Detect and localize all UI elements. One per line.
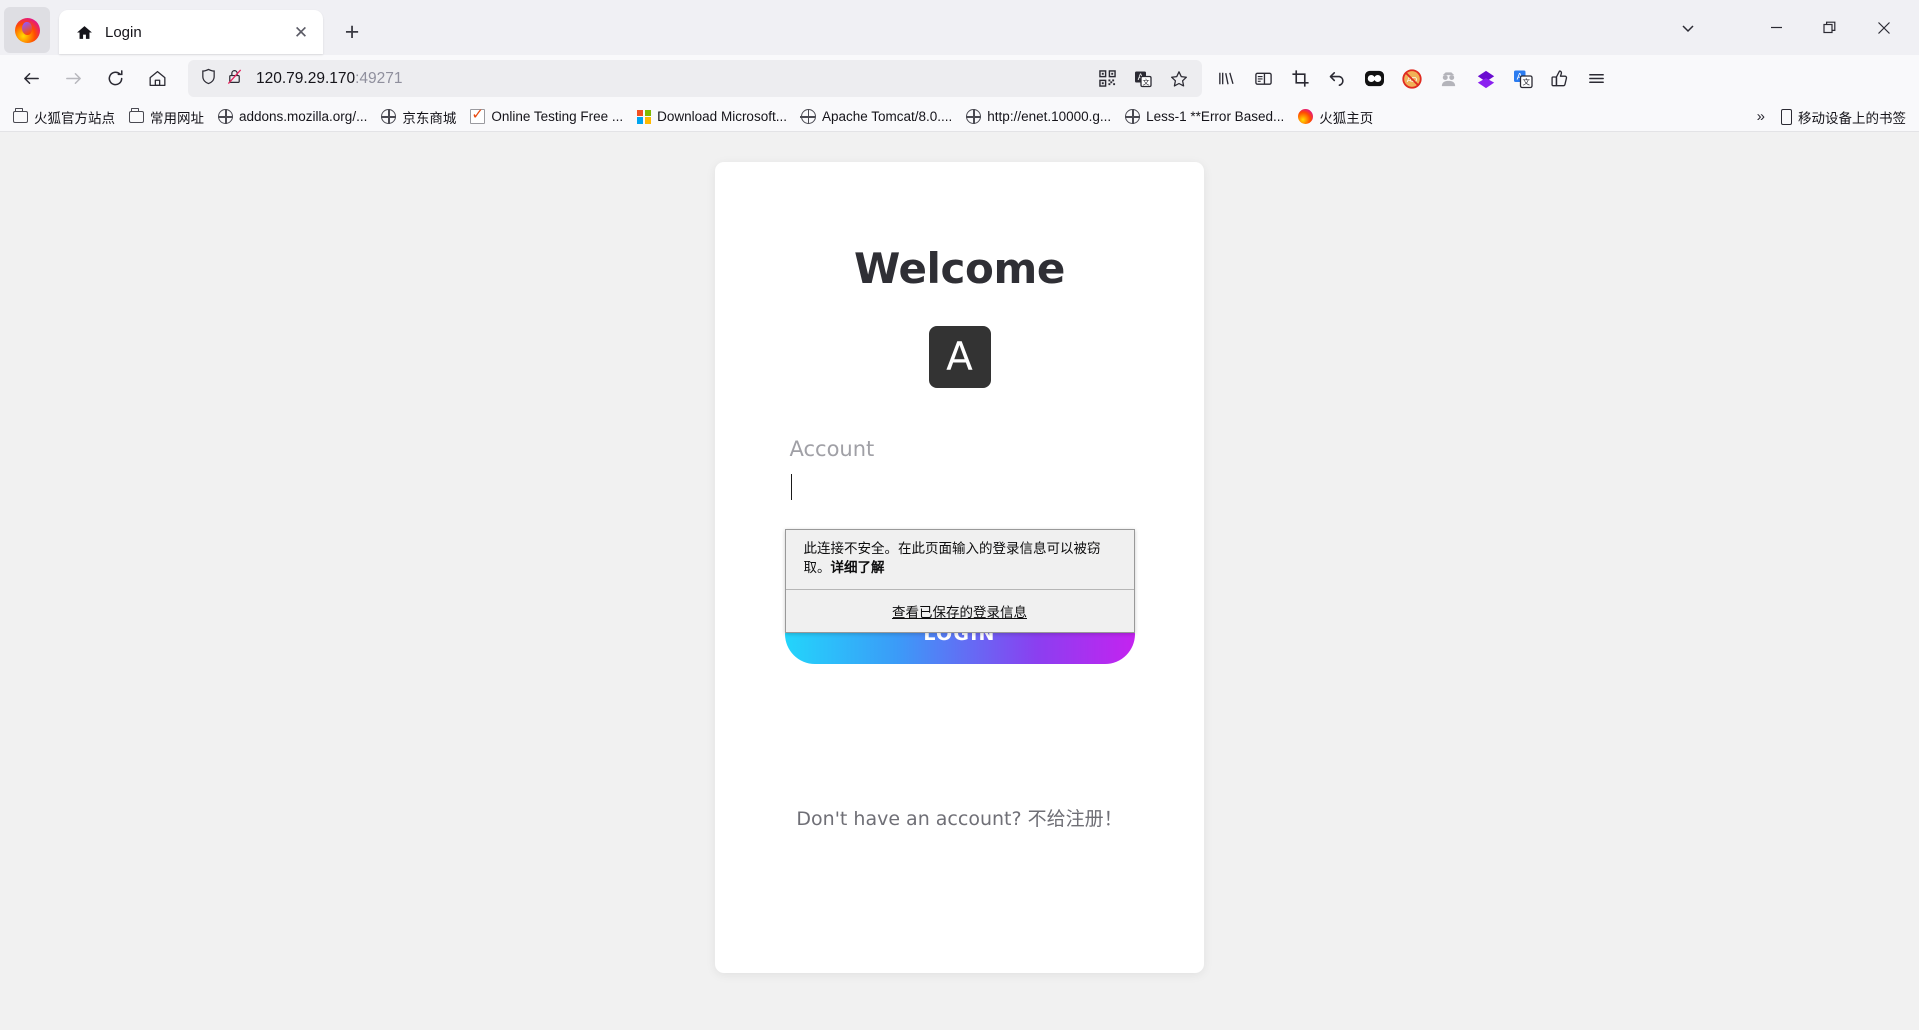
checkbox-icon bbox=[470, 105, 486, 124]
bookmarks-toolbar: 火狐官方站点 常用网址 addons.mozilla.org/... 京东商城 … bbox=[0, 102, 1919, 132]
translate-extension-icon[interactable]: A 文 bbox=[1504, 60, 1541, 97]
diamond-extension-icon[interactable] bbox=[1467, 60, 1504, 97]
minimize-button[interactable] bbox=[1749, 0, 1803, 55]
logo-letter: A bbox=[946, 334, 973, 380]
bookmark-label: 常用网址 bbox=[150, 110, 204, 126]
bookmark-label: Online Testing Free ... bbox=[491, 109, 624, 124]
close-icon[interactable]: ✕ bbox=[289, 20, 313, 44]
qr-code-icon[interactable] bbox=[1092, 64, 1122, 94]
maximize-restore-button[interactable] bbox=[1803, 0, 1857, 55]
screenshot-crop-icon[interactable] bbox=[1282, 60, 1319, 97]
forward-button[interactable] bbox=[52, 60, 94, 97]
page-title: Welcome bbox=[854, 244, 1065, 293]
globe-icon bbox=[380, 108, 397, 124]
bookmark-label: 火狐主页 bbox=[1319, 110, 1374, 126]
dark-reader-icon[interactable] bbox=[1356, 60, 1393, 97]
bookmark-item[interactable]: addons.mozilla.org/... bbox=[211, 106, 374, 127]
adblock-icon[interactable]: AD bbox=[1393, 60, 1430, 97]
sidebar-icon[interactable] bbox=[1245, 60, 1282, 97]
toolbar-extensions: AD A bbox=[1208, 60, 1615, 97]
firefox-app-button[interactable] bbox=[4, 7, 50, 53]
list-all-tabs-button[interactable] bbox=[1657, 0, 1719, 55]
globe-icon bbox=[217, 108, 233, 124]
bookmark-label: Apache Tomcat/8.0.... bbox=[821, 109, 953, 124]
firefox-logo-icon bbox=[14, 17, 40, 43]
lock-crossed-icon[interactable] bbox=[226, 68, 243, 90]
bookmark-label: 火狐官方站点 bbox=[34, 110, 115, 126]
page-viewport: Welcome A Account 此连接不安全。在此页面输入的登录信息可以被窃… bbox=[0, 132, 1919, 1030]
svg-text:文: 文 bbox=[1143, 77, 1150, 86]
bookmark-label: http://enet.10000.g... bbox=[987, 109, 1112, 124]
app-menu-icon[interactable] bbox=[1578, 60, 1615, 97]
urlbar-right-icons: A 文 bbox=[1092, 64, 1194, 94]
bookmark-item[interactable]: Apache Tomcat/8.0.... bbox=[794, 106, 959, 127]
bookmark-item[interactable]: Less-1 **Error Based... bbox=[1118, 106, 1291, 127]
globe-icon bbox=[1124, 108, 1141, 124]
bookmark-item[interactable]: Download Microsoft... bbox=[630, 106, 794, 127]
home-button[interactable] bbox=[136, 60, 178, 97]
url-host: 120.79.29.170 bbox=[256, 69, 356, 87]
new-tab-button[interactable]: + bbox=[333, 13, 371, 51]
navigation-toolbar: 120.79.29.170:49271 文 A 文 bbox=[0, 55, 1919, 102]
folder-icon bbox=[13, 107, 28, 123]
browser-window: Login ✕ + 120.79.29.170:49271 文 A 文 火狐官方… bbox=[0, 0, 1919, 1030]
thumbs-up-extension-icon[interactable] bbox=[1541, 60, 1578, 97]
bookmarks-overflow-chevron[interactable]: » bbox=[1748, 105, 1774, 128]
mobile-bookmarks-item[interactable]: 移动设备上的书签 bbox=[1774, 104, 1913, 130]
account-label: Account bbox=[789, 437, 875, 461]
text-caret bbox=[790, 474, 793, 500]
back-button[interactable] bbox=[10, 60, 52, 97]
account-field-group: Account 此连接不安全。在此页面输入的登录信息可以被窃取。详细了解 查看已… bbox=[784, 437, 1135, 634]
globe-icon bbox=[800, 108, 816, 124]
bookmark-item[interactable]: Online Testing Free ... bbox=[463, 105, 630, 127]
view-saved-logins-action[interactable]: 查看已保存的登录信息 bbox=[786, 590, 1134, 632]
microsoft-icon bbox=[637, 109, 652, 124]
bookmark-item[interactable]: 京东商城 bbox=[374, 104, 463, 130]
address-bar[interactable]: 120.79.29.170:49271 文 bbox=[188, 60, 1202, 97]
undo-arrow-icon[interactable] bbox=[1319, 60, 1356, 97]
shield-icon[interactable] bbox=[200, 68, 217, 90]
signup-hint: Don't have an account? 不给注册！ bbox=[796, 808, 1123, 830]
bookmark-item[interactable]: 火狐主页 bbox=[1291, 104, 1380, 130]
window-controls bbox=[1657, 0, 1911, 55]
bookmark-item[interactable]: 火狐官方站点 bbox=[6, 104, 122, 130]
urlbar-left-icons bbox=[200, 68, 243, 90]
insecure-popup-learn-more-link[interactable]: 详细了解 bbox=[831, 560, 885, 576]
login-card: Welcome A Account 此连接不安全。在此页面输入的登录信息可以被窃… bbox=[715, 162, 1204, 973]
insecure-popup-message: 此连接不安全。在此页面输入的登录信息可以被窃取。详细了解 bbox=[785, 530, 1134, 591]
phone-icon bbox=[1781, 108, 1792, 125]
svg-text:文: 文 bbox=[1522, 76, 1530, 86]
globe-icon bbox=[965, 108, 982, 124]
folder-icon bbox=[129, 107, 144, 123]
url-text[interactable]: 120.79.29.170:49271 bbox=[256, 70, 1092, 88]
bookmark-label: Less-1 **Error Based... bbox=[1146, 109, 1285, 124]
tab-strip: Login ✕ + bbox=[0, 0, 1919, 55]
firefox-icon bbox=[1298, 109, 1314, 124]
mobile-bookmarks-label: 移动设备上的书签 bbox=[1798, 110, 1906, 126]
star-icon[interactable] bbox=[1164, 64, 1194, 94]
bookmark-item[interactable]: http://enet.10000.g... bbox=[959, 106, 1118, 127]
app-logo: A bbox=[928, 326, 991, 388]
insecure-login-popup: 此连接不安全。在此页面输入的登录信息可以被窃取。详细了解 查看已保存的登录信息 bbox=[784, 529, 1135, 634]
bookmark-label: Download Microsoft... bbox=[657, 109, 787, 124]
tab-title: Login bbox=[105, 23, 142, 41]
reload-button[interactable] bbox=[94, 60, 136, 97]
close-window-button[interactable] bbox=[1857, 0, 1911, 55]
browser-tab[interactable]: Login ✕ bbox=[59, 10, 323, 54]
translate-icon[interactable]: A 文 bbox=[1128, 64, 1158, 94]
url-port: :49271 bbox=[355, 69, 403, 87]
library-icon[interactable] bbox=[1208, 60, 1245, 97]
anonymous-person-icon[interactable] bbox=[1430, 60, 1467, 97]
bookmark-label: 京东商城 bbox=[402, 110, 457, 126]
bookmark-label: addons.mozilla.org/... bbox=[239, 109, 368, 124]
bookmark-item[interactable]: 常用网址 bbox=[122, 104, 211, 130]
home-icon bbox=[75, 23, 94, 42]
